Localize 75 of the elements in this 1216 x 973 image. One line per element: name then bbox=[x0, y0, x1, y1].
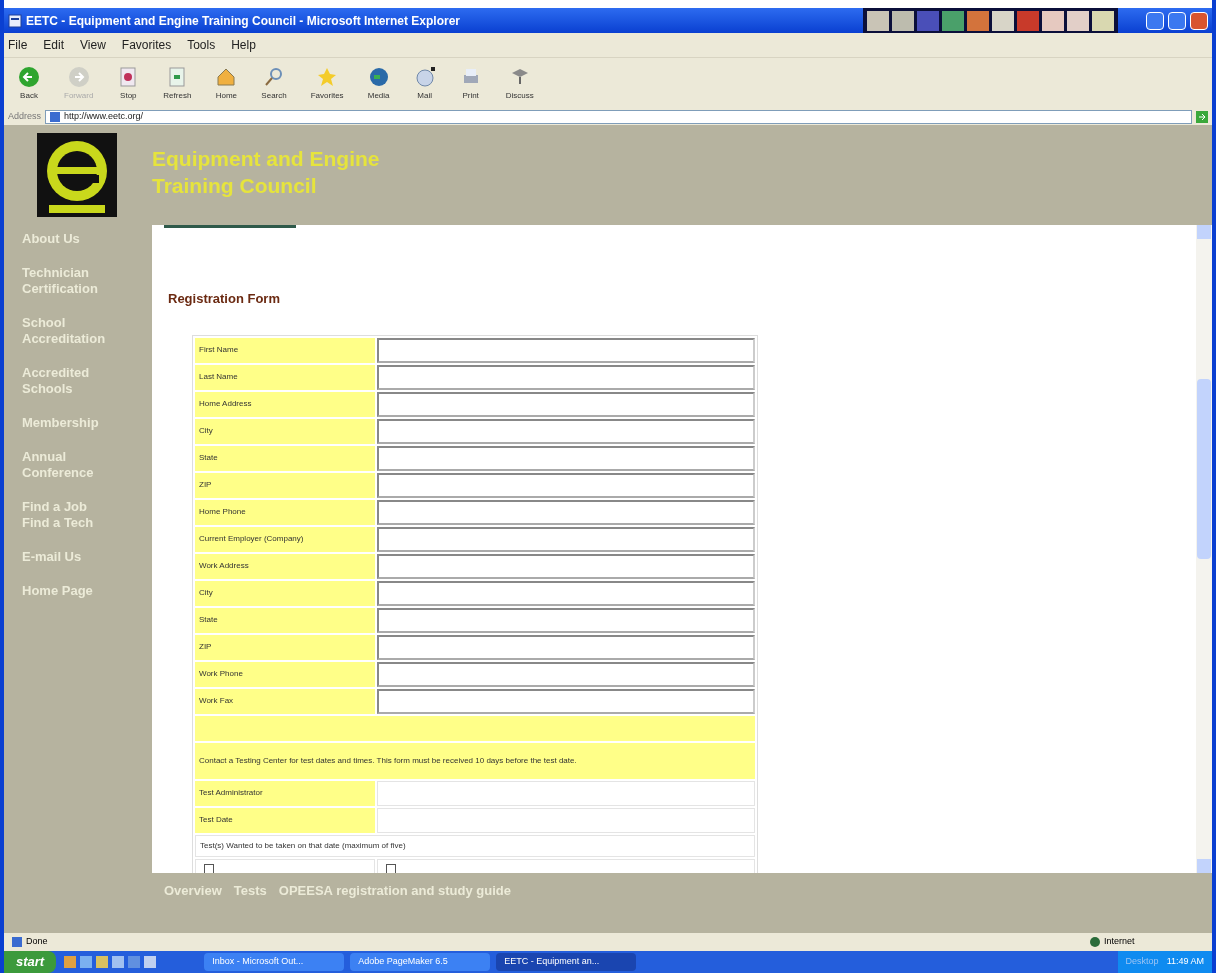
page-icon bbox=[12, 937, 22, 947]
field-label: Work Address bbox=[195, 553, 375, 579]
scroll-thumb[interactable] bbox=[1197, 379, 1211, 559]
form-heading: Registration Form bbox=[168, 290, 281, 308]
page-icon bbox=[50, 112, 61, 122]
address-label: Address bbox=[8, 110, 42, 124]
notice-text: Contact a Testing Center for test dates and times. This form must be received 10 days before the test date. bbox=[195, 742, 755, 779]
clock: 11:49 AM bbox=[1166, 955, 1204, 969]
window-title: EETC - Equipment and Engine Training Council - Microsoft Internet Explorer bbox=[26, 12, 461, 30]
field-label: State bbox=[195, 607, 375, 633]
input-field[interactable] bbox=[377, 526, 755, 552]
taskbar-button[interactable]: Adobe PageMaker 6.5 bbox=[350, 953, 491, 971]
print-button[interactable]: Print bbox=[453, 65, 488, 102]
go-icon[interactable] bbox=[1196, 111, 1208, 123]
checkbox[interactable] bbox=[386, 863, 396, 873]
zone-text: Internet bbox=[1104, 935, 1136, 949]
input-field[interactable] bbox=[377, 580, 755, 606]
field-label: Work Phone bbox=[195, 661, 375, 687]
status-text: Done bbox=[26, 935, 48, 949]
scrollbar[interactable] bbox=[1196, 225, 1212, 873]
media-button[interactable]: Media bbox=[361, 65, 396, 102]
field-label: Work Fax bbox=[195, 688, 375, 714]
input-field[interactable] bbox=[377, 391, 755, 417]
favorites-button[interactable]: Favorites bbox=[304, 65, 350, 102]
input-field[interactable] bbox=[377, 661, 755, 687]
input-field[interactable] bbox=[377, 418, 755, 444]
field-label: Home Address bbox=[195, 391, 375, 417]
globe-icon bbox=[367, 65, 390, 88]
menu-item[interactable]: View bbox=[80, 36, 106, 54]
field-label: Last Name bbox=[195, 364, 375, 390]
menu-item[interactable]: File bbox=[8, 36, 28, 54]
menu-item[interactable]: Help bbox=[231, 36, 256, 54]
menu-item[interactable]: Favorites bbox=[121, 36, 172, 54]
address-field[interactable]: http://www.eetc.org/ bbox=[45, 110, 1192, 124]
stop-button[interactable]: Stop bbox=[111, 65, 146, 102]
input-field[interactable] bbox=[377, 499, 755, 525]
back-button[interactable]: Back bbox=[12, 65, 46, 102]
input-field[interactable] bbox=[377, 364, 755, 390]
mail-button[interactable]: Mail bbox=[407, 65, 442, 102]
menu-item[interactable]: Tools bbox=[187, 36, 216, 54]
globe-icon bbox=[1090, 937, 1100, 947]
minimize-button[interactable] bbox=[1146, 11, 1164, 30]
input-field[interactable] bbox=[377, 688, 755, 714]
start-button[interactable]: start bbox=[4, 951, 57, 973]
field-label: City bbox=[195, 580, 375, 606]
input-field[interactable] bbox=[377, 472, 755, 498]
taskbar-button[interactable]: EETC - Equipment an... bbox=[496, 953, 637, 971]
input-field[interactable] bbox=[377, 445, 755, 471]
field-label: Test Date bbox=[195, 807, 375, 833]
home-button[interactable]: Home bbox=[209, 65, 244, 102]
browser-page-icon bbox=[8, 13, 22, 28]
close-button[interactable] bbox=[1190, 11, 1208, 30]
field-label: Test Administrator bbox=[195, 780, 375, 806]
maximize-button[interactable] bbox=[1168, 11, 1186, 30]
field-label: Home Phone bbox=[195, 499, 375, 525]
taskbar-button[interactable]: Inbox - Microsoft Out... bbox=[204, 953, 345, 971]
field-label: First Name bbox=[195, 337, 375, 363]
checkbox[interactable] bbox=[204, 863, 214, 873]
refresh-button[interactable]: Refresh bbox=[157, 65, 198, 102]
tests-label: Test(s) Wanted to be taken on that date (maximum of five) bbox=[195, 834, 755, 857]
field-label: ZIP bbox=[195, 472, 375, 498]
search-button[interactable]: Search bbox=[255, 65, 293, 102]
field-label: Current Employer (Company) bbox=[195, 526, 375, 552]
input-field[interactable] bbox=[377, 553, 755, 579]
site-title: Equipment and Engine Training Council bbox=[151, 146, 380, 199]
discuss-button[interactable]: Discuss bbox=[499, 65, 540, 102]
field-label: State bbox=[195, 445, 375, 471]
input-field[interactable] bbox=[377, 634, 755, 660]
input-field[interactable] bbox=[377, 337, 755, 363]
field-label: City bbox=[195, 418, 375, 444]
input-field[interactable] bbox=[377, 607, 755, 633]
menu-item[interactable]: Edit bbox=[43, 36, 65, 54]
tray-label: Desktop bbox=[1125, 955, 1159, 969]
logo-icon bbox=[36, 133, 117, 217]
field-label: ZIP bbox=[195, 634, 375, 660]
